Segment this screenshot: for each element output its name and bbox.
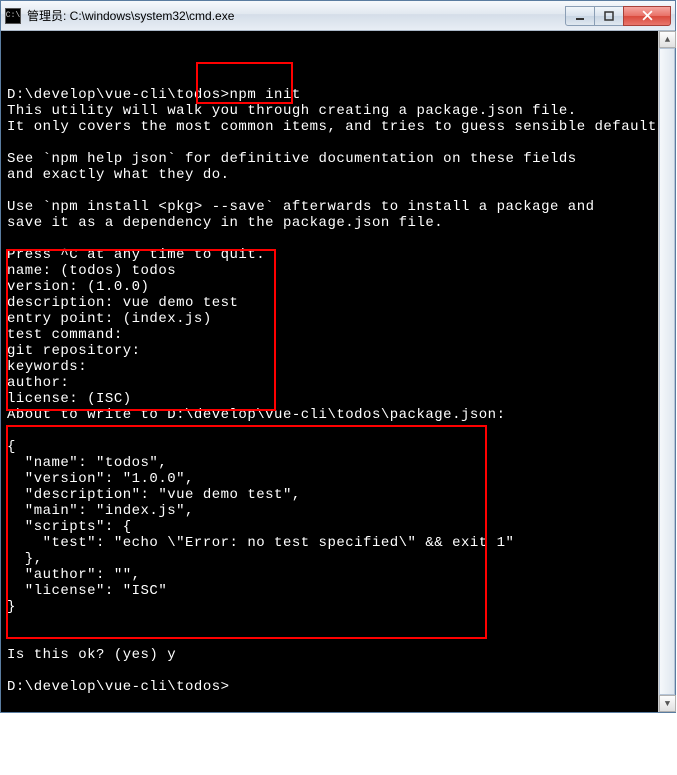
terminal-line: name: (todos) todos: [7, 263, 669, 279]
terminal-line: "description": "vue demo test",: [7, 487, 669, 503]
scroll-thumb[interactable]: [659, 48, 675, 695]
terminal-line: [7, 135, 669, 151]
titlebar[interactable]: C:\ 管理员: C:\windows\system32\cmd.exe: [1, 1, 675, 31]
terminal-line: "license": "ISC": [7, 583, 669, 599]
terminal-line: [7, 423, 669, 439]
terminal-line: D:\develop\vue-cli\todos>: [7, 679, 669, 695]
scroll-up-button[interactable]: ▲: [659, 31, 676, 48]
terminal-line: "scripts": {: [7, 519, 669, 535]
terminal-line: }: [7, 599, 669, 615]
close-button[interactable]: [623, 6, 671, 26]
terminal-line: entry point: (index.js): [7, 311, 669, 327]
maximize-button[interactable]: [594, 6, 624, 26]
cmd-icon: C:\: [5, 8, 21, 24]
terminal-line: See `npm help json` for definitive docum…: [7, 151, 669, 167]
minimize-button[interactable]: [565, 6, 595, 26]
window-title: 管理员: C:\windows\system32\cmd.exe: [27, 7, 566, 24]
terminal-line: [7, 231, 669, 247]
terminal-area[interactable]: D:\develop\vue-cli\todos>npm initThis ut…: [1, 31, 675, 712]
terminal-line: save it as a dependency in the package.j…: [7, 215, 669, 231]
terminal-line: description: vue demo test: [7, 295, 669, 311]
terminal-line: Is this ok? (yes) y: [7, 647, 669, 663]
terminal-line: and exactly what they do.: [7, 167, 669, 183]
terminal-line: test command:: [7, 327, 669, 343]
terminal-line: About to write to D:\develop\vue-cli\tod…: [7, 407, 669, 423]
terminal-line: "version": "1.0.0",: [7, 471, 669, 487]
terminal-line: Press ^C at any time to quit.: [7, 247, 669, 263]
terminal-line: {: [7, 439, 669, 455]
terminal-line: keywords:: [7, 359, 669, 375]
terminal-line: [7, 183, 669, 199]
terminal-line: author:: [7, 375, 669, 391]
scroll-down-button[interactable]: ▼: [659, 695, 676, 712]
terminal-line: [7, 615, 669, 631]
terminal-line: "test": "echo \"Error: no test specified…: [7, 535, 669, 551]
terminal-line: Use `npm install <pkg> --save` afterward…: [7, 199, 669, 215]
terminal-line: This utility will walk you through creat…: [7, 103, 669, 119]
cmd-window: C:\ 管理员: C:\windows\system32\cmd.exe D:\…: [0, 0, 676, 713]
terminal-line: license: (ISC): [7, 391, 669, 407]
terminal-content: D:\develop\vue-cli\todos>npm initThis ut…: [7, 71, 669, 695]
vertical-scrollbar[interactable]: ▲ ▼: [658, 31, 675, 712]
terminal-line: [7, 663, 669, 679]
terminal-line: It only covers the most common items, an…: [7, 119, 669, 135]
terminal-line: [7, 71, 669, 87]
terminal-line: git repository:: [7, 343, 669, 359]
terminal-line: version: (1.0.0): [7, 279, 669, 295]
terminal-line: D:\develop\vue-cli\todos>npm init: [7, 87, 669, 103]
terminal-line: "author": "",: [7, 567, 669, 583]
terminal-line: [7, 631, 669, 647]
window-controls: [566, 6, 671, 26]
terminal-line: },: [7, 551, 669, 567]
terminal-line: "main": "index.js",: [7, 503, 669, 519]
terminal-line: "name": "todos",: [7, 455, 669, 471]
